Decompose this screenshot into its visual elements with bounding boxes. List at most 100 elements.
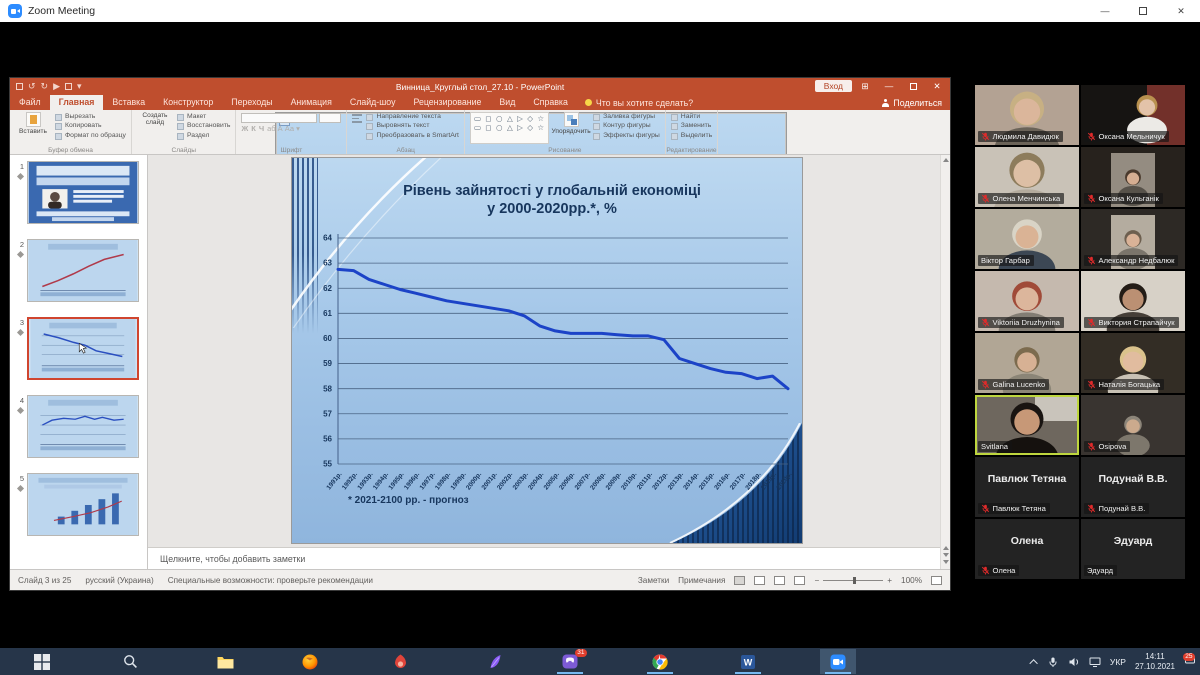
tab-Справка[interactable]: Справка [524, 95, 577, 110]
упорядочить-button[interactable]: Упорядочить [553, 112, 589, 144]
participant-tile-Павлюк Тетяна[interactable]: Павлюк ТетянаПавлюк Тетяна [975, 457, 1079, 517]
ppt-quick-access-toolbar[interactable]: ↺ ↻ ▶ ▾ [16, 82, 82, 92]
paragraph-mini-icons[interactable] [352, 112, 362, 144]
tab-Главная[interactable]: Главная [50, 95, 104, 110]
participant-tile-Виктория Страпайчук[interactable]: Виктория Страпайчук [1081, 271, 1185, 331]
window-close-button[interactable]: ✕ [1162, 0, 1200, 22]
slide-footnote[interactable]: * 2021-2100 рр. - прогноз [348, 495, 469, 506]
participant-tile-Оксана Кульганік[interactable]: Оксана Кульганік [1081, 147, 1185, 207]
slide-thumbnail-5[interactable]: 5 [14, 473, 139, 536]
формат-по-образцу-button[interactable]: Формат по образцу [55, 132, 126, 140]
макет-button[interactable]: Макет [177, 113, 231, 121]
taskbar-feather-app-icon[interactable] [477, 649, 513, 674]
slide-chart[interactable]: 555657585960616263641991р.1992р.1993р.19… [292, 224, 802, 504]
tab-Переходы[interactable]: Переходы [222, 95, 281, 110]
shapes-gallery[interactable]: ▭ ◻ ○ △ ▷ ◇ ☆▭ ◻ ○ △ ▷ ◇ ☆ [470, 112, 549, 144]
tab-Слайд-шоу[interactable]: Слайд-шоу [341, 95, 405, 110]
ppt-minimize-button[interactable]: — [878, 79, 900, 93]
scroll-down-icon[interactable] [943, 560, 949, 564]
previous-slide-icon[interactable] [943, 546, 949, 550]
slide-thumbnail-2[interactable]: 2 [14, 239, 139, 302]
раздел-button[interactable]: Раздел [177, 132, 231, 140]
participant-tile-Galina Lucenko[interactable]: Galina Lucenko [975, 333, 1079, 393]
window-maximize-button[interactable] [1124, 0, 1162, 22]
вырезать-button[interactable]: Вырезать [55, 113, 126, 121]
taskbar-search-icon[interactable] [112, 649, 148, 674]
slide-thumbnail-4[interactable]: 4 [14, 395, 139, 458]
action-center-icon[interactable]: 25 [1184, 653, 1196, 671]
comments-toggle[interactable]: Примечания [678, 576, 725, 585]
taskbar-file-explorer-icon[interactable] [207, 649, 243, 674]
slide-thumbnail-image[interactable] [27, 395, 139, 458]
reading-view-icon[interactable] [774, 576, 785, 585]
font-name-box[interactable] [241, 113, 317, 123]
tell-me-search[interactable]: Что вы хотите сделать? [585, 98, 693, 108]
participant-tile-Віктор Гарбар[interactable]: Віктор Гарбар [975, 209, 1079, 269]
participant-tile-Александр Недбалюк[interactable]: Александр Недбалюк [1081, 209, 1185, 269]
slide-counter[interactable]: Слайд 3 из 25 [18, 576, 71, 585]
slide-thumbnail-image[interactable] [27, 161, 139, 224]
эффекты-фигуры-button[interactable]: Эффекты фигуры [593, 132, 660, 140]
контур-фигуры-button[interactable]: Контур фигуры [593, 122, 660, 130]
fit-to-window-icon[interactable] [931, 576, 942, 585]
save-icon[interactable] [16, 83, 23, 90]
microphone-tray-icon[interactable] [1047, 656, 1059, 668]
ppt-signin-button[interactable]: Вход [815, 80, 852, 92]
accessibility-check[interactable]: Специальные возможности: проверьте реком… [168, 576, 373, 585]
current-slide[interactable]: Рівень зайнятості у глобальній економіці… [292, 158, 802, 543]
преобразовать-в-smartart-button[interactable]: Преобразовать в SmartArt [366, 132, 458, 140]
slide-title[interactable]: Рівень зайнятості у глобальній економіці… [322, 182, 782, 218]
ppt-close-button[interactable]: ✕ [926, 79, 948, 93]
taskbar-firefox-icon[interactable] [292, 649, 328, 674]
slide-thumbnail-3[interactable]: 3 [14, 317, 139, 380]
вставить-button[interactable]: Вставить [15, 112, 51, 144]
window-minimize-button[interactable]: — [1086, 0, 1124, 22]
font-Ж-button[interactable]: Ж [241, 124, 248, 133]
language-indicator[interactable]: русский (Украина) [85, 576, 153, 585]
participant-tile-Viktoriia Druzhynina[interactable]: Viktoriia Druzhynina [975, 271, 1079, 331]
направление-текста-button[interactable]: Направление текста [366, 113, 458, 121]
slide-canvas[interactable]: Рівень зайнятості у глобальній економіці… [148, 155, 940, 547]
zoom-slider[interactable]: −+ [814, 576, 892, 585]
font-size-box[interactable] [319, 113, 341, 123]
taskbar-start-icon[interactable] [24, 649, 60, 674]
display-tray-icon[interactable] [1089, 656, 1101, 668]
undo-icon[interactable]: ↺ [28, 82, 36, 92]
tab-Вставка[interactable]: Вставка [103, 95, 154, 110]
volume-tray-icon[interactable] [1068, 656, 1080, 668]
tab-Конструктор[interactable]: Конструктор [154, 95, 222, 110]
выровнять-текст-button[interactable]: Выровнять текст [366, 122, 458, 130]
taskbar-viber-icon[interactable]: 31 [552, 649, 588, 674]
ribbon-display-options-icon[interactable]: ⊞ [854, 79, 876, 93]
normal-view-icon[interactable] [734, 576, 745, 585]
найти-button[interactable]: Найти [671, 113, 712, 121]
tab-Файл[interactable]: Файл [10, 95, 50, 110]
tab-Вид[interactable]: Вид [490, 95, 524, 110]
создать-слайд-button[interactable]: Создать слайд [137, 112, 173, 144]
participant-tile-Олена Менчинська[interactable]: Олена Менчинська [975, 147, 1079, 207]
tab-Рецензирование[interactable]: Рецензирование [404, 95, 490, 110]
participant-tile-Подунай В.В.[interactable]: Подунай В.В.Подунай В.В. [1081, 457, 1185, 517]
tray-expand-icon[interactable] [1029, 659, 1037, 667]
slide-thumbnail-image[interactable] [27, 317, 139, 380]
participant-tile-Наталія Богацька[interactable]: Наталія Богацька [1081, 333, 1185, 393]
slide-thumbnail-panel[interactable]: 12345 [10, 155, 148, 569]
taskbar-chrome-icon[interactable] [642, 649, 678, 674]
participant-tile-Олена[interactable]: ОленаОлена [975, 519, 1079, 579]
participant-tile-Svitlana[interactable]: Svitlana [975, 395, 1079, 455]
копировать-button[interactable]: Копировать [55, 122, 126, 130]
slide-sorter-icon[interactable] [754, 576, 765, 585]
start-slideshow-icon[interactable]: ▶ [53, 82, 60, 92]
заменить-button[interactable]: Заменить [671, 122, 712, 130]
font-К-button[interactable]: К [251, 124, 256, 133]
slide-thumbnail-image[interactable] [27, 239, 139, 302]
qat-more-icon[interactable]: ▾ [77, 82, 82, 92]
font-style-buttons[interactable]: ЖКЧаб А́ Аа ▾ [241, 124, 341, 133]
notes-toggle[interactable]: Заметки [638, 576, 669, 585]
next-slide-icon[interactable] [943, 553, 949, 557]
выделить-button[interactable]: Выделить [671, 132, 712, 140]
ppt-share-button[interactable]: Поделиться [881, 98, 942, 108]
font-Ч-button[interactable]: Ч [259, 124, 264, 133]
slide-thumbnail-image[interactable] [27, 473, 139, 536]
заливка-фигуры-button[interactable]: Заливка фигуры [593, 113, 660, 121]
